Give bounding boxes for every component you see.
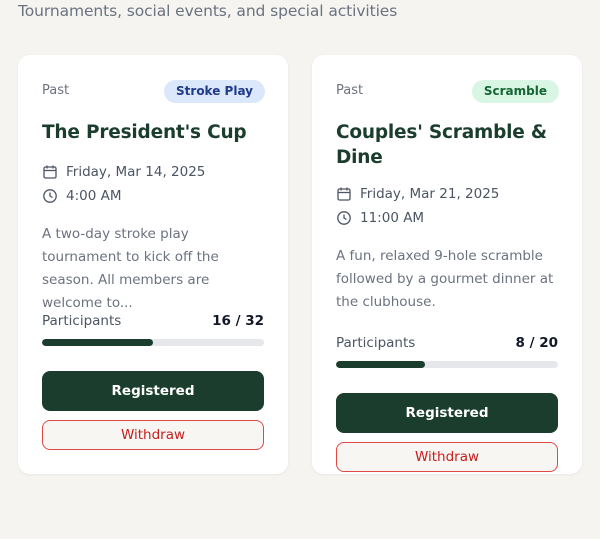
event-status: Past: [336, 83, 364, 98]
participants-label: Participants: [336, 335, 416, 351]
calendar-icon: [43, 165, 57, 179]
page-subtitle: Tournaments, social events, and special …: [18, 2, 398, 20]
event-title: The President's Cup: [42, 122, 247, 143]
event-date: Friday, Mar 21, 2025: [336, 186, 499, 202]
event-time-text: 11:00 AM: [360, 210, 425, 226]
registered-button[interactable]: Registered: [336, 393, 558, 433]
event-time: 11:00 AM: [336, 210, 424, 226]
event-card: Past Scramble Couples' Scramble & Dine F…: [312, 55, 582, 474]
participants-progress: [336, 361, 558, 368]
calendar-icon: [337, 187, 351, 201]
event-type-badge: Stroke Play: [164, 80, 265, 103]
withdraw-button[interactable]: Withdraw: [336, 442, 558, 472]
event-date-text: Friday, Mar 14, 2025: [66, 164, 206, 180]
event-description: A fun, relaxed 9-hole scramble followed …: [336, 248, 554, 310]
event-date-text: Friday, Mar 21, 2025: [360, 186, 500, 202]
event-card: Past Stroke Play The President's Cup Fri…: [18, 55, 288, 474]
event-time: 4:00 AM: [42, 188, 122, 204]
participants-count: 8 / 20: [515, 335, 558, 351]
event-status: Past: [42, 83, 70, 98]
participants-count: 16 / 32: [212, 313, 264, 329]
event-title: Couples' Scramble & Dine: [336, 122, 547, 168]
registered-button[interactable]: Registered: [42, 371, 264, 411]
event-date: Friday, Mar 14, 2025: [42, 164, 205, 180]
participants-progress-fill: [336, 361, 425, 368]
clock-icon: [337, 211, 351, 225]
clock-icon: [43, 189, 57, 203]
event-time-text: 4:00 AM: [66, 188, 122, 204]
event-description: A two-day stroke play tournament to kick…: [42, 226, 219, 311]
participants-label: Participants: [42, 313, 122, 329]
participants-progress-fill: [42, 339, 153, 346]
event-type-badge: Scramble: [471, 80, 559, 103]
withdraw-button[interactable]: Withdraw: [42, 420, 264, 450]
participants-progress: [42, 339, 264, 346]
